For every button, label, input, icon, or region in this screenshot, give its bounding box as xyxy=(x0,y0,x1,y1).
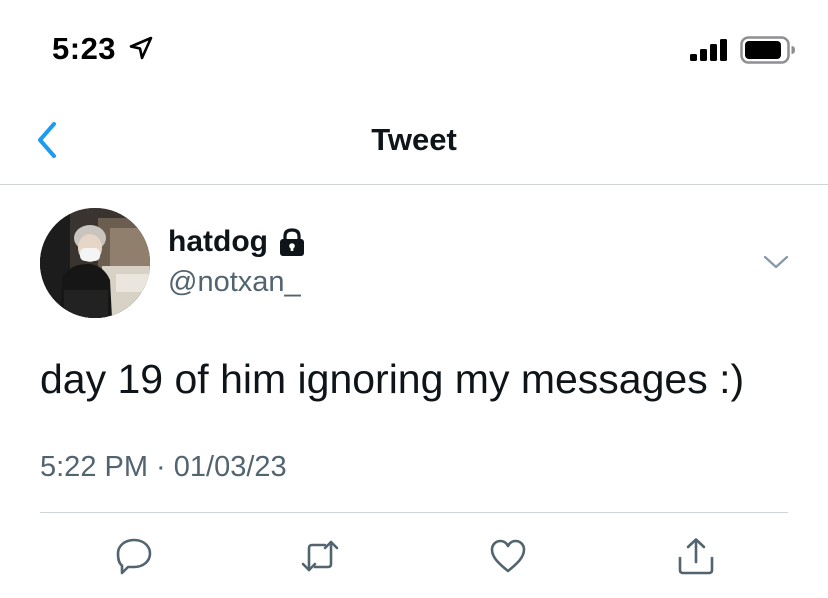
avatar-image xyxy=(40,208,150,318)
cellular-signal-icon xyxy=(690,39,727,61)
status-time: 5:23 xyxy=(52,31,117,66)
tweet-detail-screen: 5:23 Tweet hatdog @notxan_ day 19 of him… xyxy=(0,0,828,598)
user-handle[interactable]: @notxan_ xyxy=(168,266,301,299)
page-title: Tweet xyxy=(371,122,457,157)
heart-icon[interactable] xyxy=(488,536,528,576)
chevron-down-icon[interactable] xyxy=(762,252,790,272)
display-name[interactable]: hatdog xyxy=(168,225,268,259)
battery-icon xyxy=(740,36,795,64)
navigation-bar: Tweet xyxy=(0,92,828,185)
status-bar: 5:23 xyxy=(0,0,828,90)
retweet-icon[interactable] xyxy=(300,536,340,576)
tweet-timestamp: 5:22 PM · 01/03/23 xyxy=(40,451,287,483)
share-icon[interactable] xyxy=(676,536,716,576)
comment-icon[interactable] xyxy=(114,536,154,576)
lock-icon xyxy=(279,228,304,256)
avatar[interactable] xyxy=(40,208,150,318)
author-row[interactable]: hatdog xyxy=(168,222,306,262)
divider xyxy=(40,512,788,513)
location-arrow-icon xyxy=(129,36,153,60)
tweet-text: day 19 of him ignoring my messages :) xyxy=(40,356,745,402)
